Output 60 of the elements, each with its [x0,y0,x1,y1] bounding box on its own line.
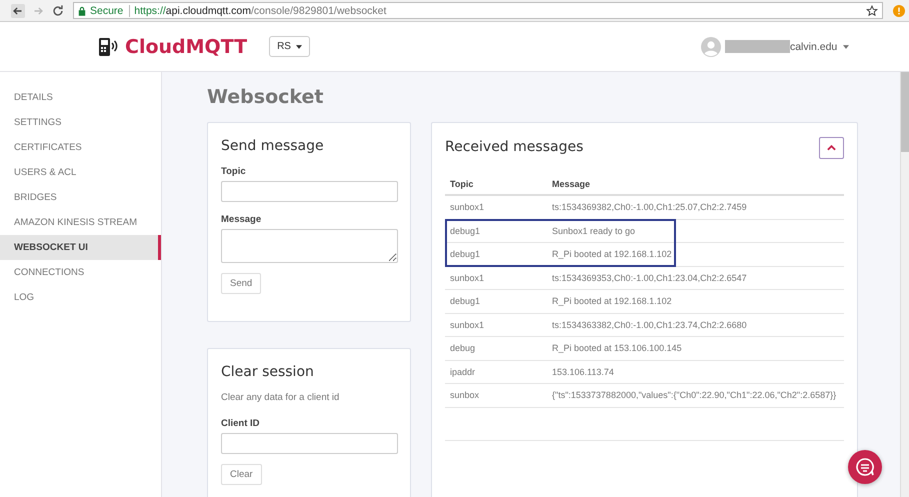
table-cell-text: ts:1534363382,Ch0:-1.00,Ch1:23.74,Ch2:2.6680 [552,320,748,330]
sidebar-item[interactable]: CERTIFICATES [0,139,161,164]
card-title: Received messages [445,139,584,155]
url-text: https://api.cloudmqtt.com/console/9829801/websocket [134,4,388,16]
region-dropdown[interactable]: RS [269,36,310,57]
caret-icon [296,44,302,48]
field-label: Client ID [221,418,261,429]
redaction-bar [724,40,790,53]
table-cell-text: R_Pi booted at 192.168.1.102 [552,296,673,306]
sidebar-item[interactable]: USERS & ACL [0,164,161,189]
column-header: Topic [449,179,474,189]
sidebar-item[interactable]: WEBSOCKET UI [0,235,161,260]
address-bar[interactable]: Secure https://api.cloudmqtt.com/console/9829801/websocket [73,2,883,19]
sidebar-item[interactable]: DETAILS [0,89,161,114]
sidebar-item[interactable]: CONNECTIONS [0,264,161,289]
input-field[interactable] [221,181,398,202]
star-icon[interactable] [866,4,878,16]
table-cell-text: debug [449,343,476,354]
sidebar-item[interactable]: SETTINGS [0,114,161,139]
table-cell-text: sunbox1 [449,272,486,283]
field-label: Message [221,214,262,225]
table-cell-text: R_Pi booted at 153.106.100.145 [552,343,683,354]
table-cell-text: debug1 [449,249,482,260]
table-cell-text: sunbox1 [449,202,486,212]
scrollbar[interactable] [900,72,909,497]
back-icon[interactable] [11,4,25,18]
table-cell-text: sunbox1 [449,320,486,330]
field-label: Topic [221,166,247,177]
table-cell-text: debug1 [449,296,482,306]
sidebar-item[interactable]: LOG [0,289,161,314]
page-title: Websocket [207,86,324,110]
chat-icon [855,457,875,477]
table-cell-text: ts:1534369353,Ch0:-1.00,Ch1:23.04,Ch2:2.6547 [552,272,748,283]
table-cell-text: debug1 [449,226,482,236]
send-button[interactable]: Send [221,273,262,294]
card-title: Clear session [221,364,315,380]
table-cell-text: ipaddr [449,366,476,377]
table-cell-text: 153.106.113.74 [552,366,615,377]
input-field[interactable] [221,433,398,454]
reload-icon[interactable] [51,4,65,18]
collapse-button[interactable] [819,137,844,159]
caret-icon[interactable] [843,44,850,48]
security-label: Secure [90,4,130,16]
alert-icon[interactable] [893,4,905,16]
table-cell-text: ts:1534369382,Ch0:-1.00,Ch1:25.07,Ch2:2.7459 [552,202,748,212]
column-header: Message [552,179,592,189]
sidebar-item[interactable]: BRIDGES [0,189,161,214]
table-cell-text: Sunbox1 ready to go [552,226,636,236]
lock-icon [78,6,86,16]
user-email[interactable]: calvin.edu [790,40,838,52]
message-field[interactable] [221,229,398,263]
chevron-up-icon [827,145,836,151]
avatar-icon[interactable] [700,36,721,56]
card-title: Send message [221,138,325,154]
clear-button[interactable]: Clear [221,464,262,485]
table-cell-text: sunbox [449,390,480,400]
table-cell-text: R_Pi booted at 192.168.1.102 [552,249,673,260]
description-text: Clear any data for a client id [221,392,340,403]
table-cell-text: {"ts":1533737882000,"values":{"Ch0":22.90,"Ch1":22.06,"Ch2":2.6587}} [552,390,838,400]
logo-text[interactable]: CloudMQTT [125,36,248,58]
